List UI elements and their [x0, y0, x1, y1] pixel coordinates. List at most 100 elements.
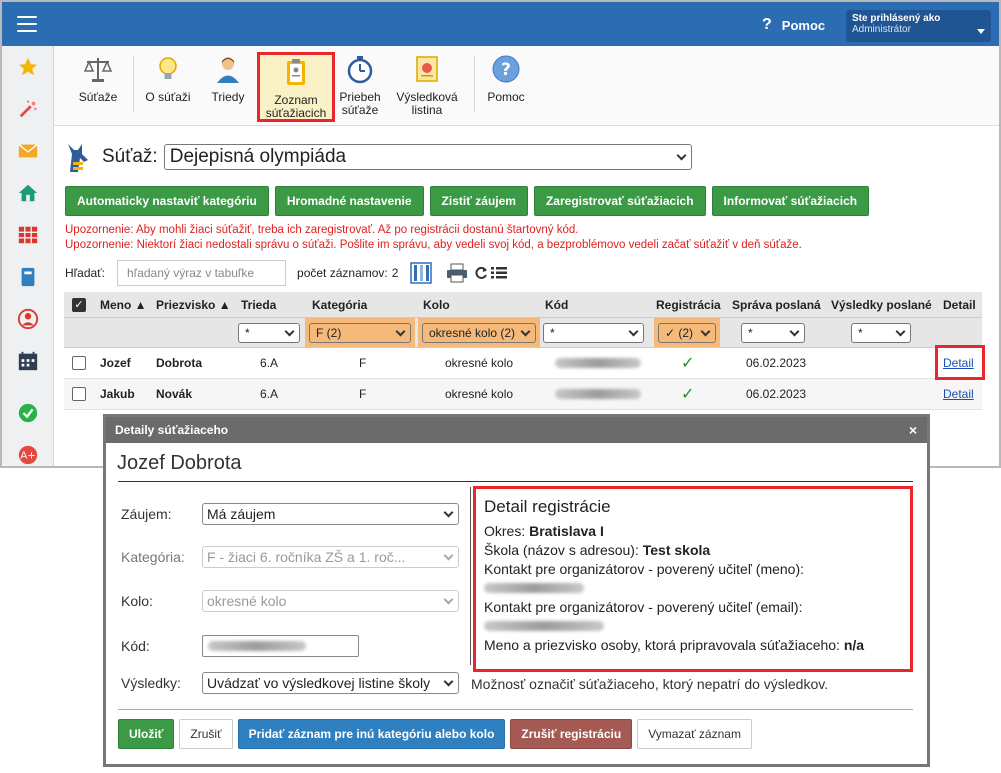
mail-icon[interactable] [17, 140, 39, 162]
zaujem-select[interactable]: Má záujem [202, 503, 459, 525]
vysledky-label: Výsledky: [121, 675, 181, 691]
detail-highlight [935, 345, 985, 380]
row-checkbox[interactable] [72, 348, 86, 378]
tool-label: Výsledková listina [396, 90, 458, 117]
delete-record-button[interactable]: Vymazať záznam [637, 719, 752, 749]
cell-meno: Jozef [100, 356, 131, 370]
field-kategoria: Kategória: F - žiaci 6. ročníka ZŠ a 1. … [121, 546, 459, 568]
detail-link[interactable]: Detail [943, 379, 974, 409]
filter-registracia[interactable]: ✓ (2) [658, 322, 716, 343]
col-priezvisko[interactable]: Priezvisko ▲ [156, 292, 231, 317]
col-sprava-poslana[interactable]: Správa poslaná [732, 292, 821, 317]
zaujem-label: Záujem: [121, 506, 172, 522]
field-vysledky: Výsledky: Uvádzať vo výsledkovej listine… [121, 672, 459, 694]
tool-vysledkova-listina[interactable]: Výsledková listina [392, 54, 462, 120]
contestant-detail-modal: Detaily súťažiaceho × Jozef Dobrota Záuj… [103, 414, 930, 767]
col-meno[interactable]: Meno ▲ [100, 292, 147, 317]
grid-table-icon[interactable] [17, 224, 39, 246]
filter-kategoria[interactable]: F (2) [309, 322, 411, 343]
record-count-value: 2 [391, 266, 399, 280]
pripravoval-line: Meno a priezvisko osoby, ktorá pripravov… [484, 637, 865, 653]
col-kategoria[interactable]: Kategória [312, 292, 367, 317]
tool-label: Pomoc [487, 90, 525, 104]
tool-label: O súťaži [145, 90, 191, 104]
modal-header: Detaily súťažiaceho × [106, 417, 927, 443]
star-icon[interactable] [17, 56, 39, 78]
okres-line: Okres: Bratislava I [484, 523, 604, 539]
list-icon[interactable] [491, 267, 508, 279]
save-button[interactable]: Uložiť [118, 719, 175, 749]
svg-text:?: ? [501, 60, 511, 80]
vysledky-select[interactable]: Uvádzať vo výsledkovej listine školy [202, 672, 459, 694]
search-input[interactable]: hľadaný výraz v tabuľke [117, 260, 287, 286]
auto-category-button[interactable]: Automaticky nastaviť kategóriu [65, 186, 269, 216]
record-count-label: počet záznamov: [297, 266, 388, 280]
cell-kolo: okresné kolo [445, 387, 514, 401]
col-detail: Detail [943, 297, 976, 312]
cancel-button[interactable]: Zrušiť [179, 719, 233, 749]
filter-kolo[interactable]: okresné kolo (2) [422, 322, 536, 343]
kontakt-meno-label: Kontakt pre organizátorov - poverený uči… [484, 561, 805, 577]
close-icon[interactable]: × [909, 422, 917, 438]
col-kolo[interactable]: Kolo [423, 292, 450, 317]
tool-pomoc[interactable]: ? Pomoc [482, 54, 530, 120]
check-circle-icon[interactable] [17, 402, 39, 424]
cell-kod-redacted [555, 348, 641, 378]
col-kod[interactable]: Kód [545, 292, 568, 317]
cell-trieda: 6.A [260, 387, 279, 401]
tool-sutaze[interactable]: Súťaže [72, 54, 124, 120]
contestant-name: Jozef Dobrota [117, 452, 242, 474]
calendar-icon[interactable] [17, 350, 39, 372]
tool-zoznam-sutaziacich[interactable]: Zoznam súťažiacich [257, 52, 335, 122]
check-interest-button[interactable]: Zistiť záujem [429, 186, 528, 216]
cell-meno: Jakub [100, 387, 135, 401]
refresh-icon[interactable] [474, 266, 488, 280]
contestants-table: ✓ Meno ▲ Priezvisko ▲ Trieda Kategória K… [64, 292, 982, 410]
col-vysledky-poslane[interactable]: Výsledky poslané [831, 292, 932, 317]
registration-detail: Detail registrácie Okres: Bratislava I Š… [473, 486, 913, 672]
filter-trieda[interactable]: * [238, 322, 300, 343]
bulk-settings-button[interactable]: Hromadné nastavenie [274, 186, 424, 216]
app-window: ? Pomoc Ste prihlásený ako Administrátor… [0, 0, 1001, 468]
field-zaujem: Záujem: Má záujem [121, 503, 459, 525]
tool-priebeh-sutaze[interactable]: Priebeh súťaže [338, 54, 382, 120]
tool-o-sutazi[interactable]: O súťaži [142, 54, 194, 120]
help-link[interactable]: ? Pomoc [762, 16, 825, 34]
modal-title: Detaily súťažiaceho [115, 423, 229, 437]
filter-vysledky[interactable]: * [851, 322, 911, 343]
contest-label: Súťaž: [102, 146, 158, 167]
kod-input[interactable] [202, 635, 359, 657]
chevron-down-icon [676, 150, 687, 161]
user-circle-icon[interactable] [17, 308, 39, 330]
anubis-icon [68, 144, 88, 172]
inform-contestants-button[interactable]: Informovať súťažiacich [711, 186, 870, 216]
filter-sprava[interactable]: * [741, 322, 805, 343]
lightbulb-icon [159, 57, 177, 79]
kategoria-label: Kategória: [121, 549, 185, 565]
hamburger-menu-icon[interactable] [17, 16, 37, 32]
home-icon[interactable] [17, 182, 39, 204]
cell-trieda: 6.A [260, 356, 279, 370]
filter-kod[interactable]: * [543, 322, 644, 343]
columns-icon[interactable] [410, 262, 433, 284]
magic-wand-icon[interactable] [17, 98, 39, 120]
kontakt-meno-redacted [484, 579, 902, 598]
add-record-button[interactable]: Pridať záznam pre inú kategóriu alebo ko… [237, 719, 506, 749]
print-icon[interactable] [446, 263, 468, 283]
book-icon[interactable] [17, 266, 39, 288]
cancel-registration-button[interactable]: Zrušiť registráciu [510, 719, 633, 749]
tool-triedy[interactable]: Triedy [204, 54, 252, 120]
table-row: Jakub Novák 6.A F okresné kolo ✓ 06.02.2… [64, 379, 982, 410]
row-checkbox[interactable] [72, 379, 86, 409]
select-all-checkbox[interactable]: ✓ [72, 292, 86, 317]
cell-kod-redacted [555, 379, 641, 409]
award-icon[interactable]: A+ [17, 444, 39, 466]
kolo-label: Kolo: [121, 593, 153, 609]
kontakt-email-redacted [484, 617, 902, 636]
col-trieda[interactable]: Trieda [241, 292, 276, 317]
contest-select[interactable]: Dejepisná olympiáda [163, 144, 692, 170]
col-registracia[interactable]: Registrácia [656, 292, 721, 317]
register-contestants-button[interactable]: Zaregistrovať súťažiacich [533, 186, 706, 216]
contest-row: Súťaž: Dejepisná olympiáda [64, 140, 692, 174]
user-dropdown[interactable]: Ste prihlásený ako Administrátor [846, 10, 991, 42]
